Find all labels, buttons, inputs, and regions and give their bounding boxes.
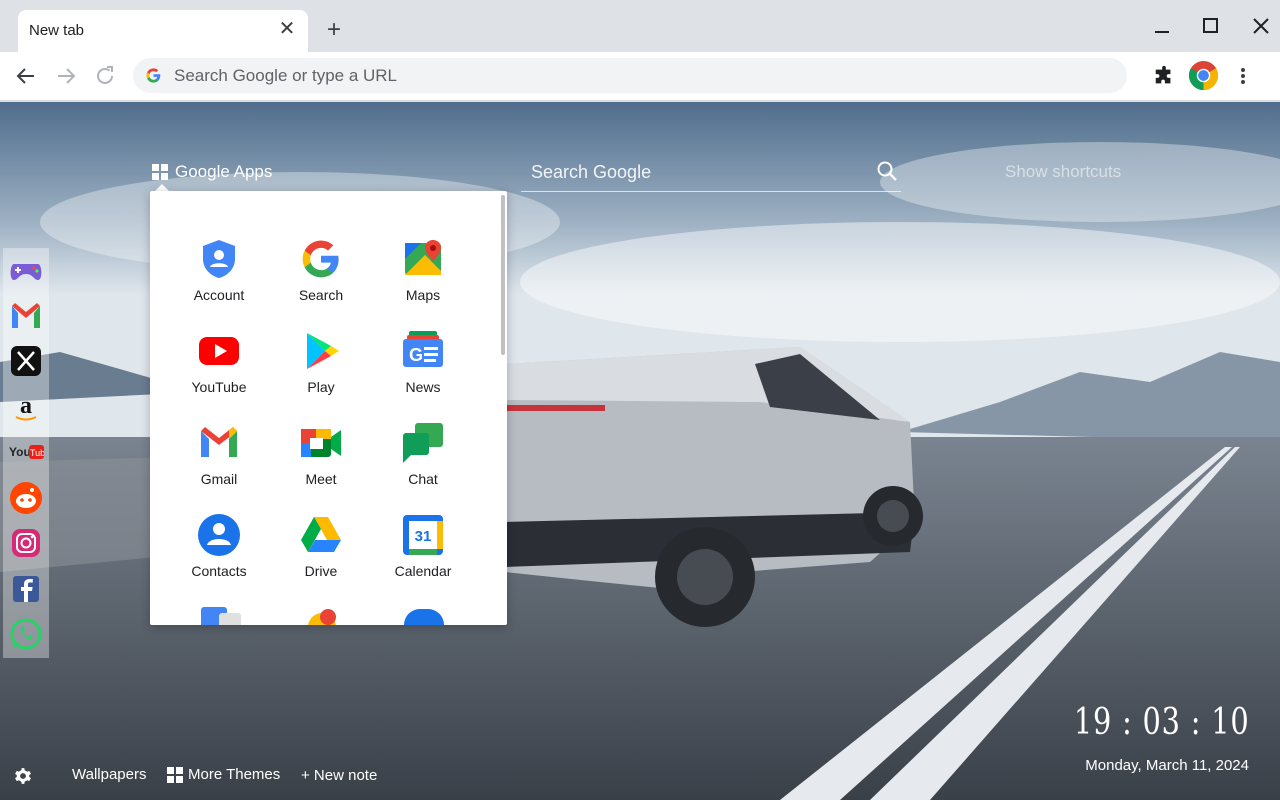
- app-drive[interactable]: Drive: [270, 513, 372, 603]
- menu-kebab-icon[interactable]: [1234, 64, 1252, 88]
- new-tab-button[interactable]: +: [322, 18, 346, 43]
- svg-text:a: a: [20, 393, 32, 419]
- duo-icon: [404, 609, 444, 625]
- date-text: Monday, March 11, 2024: [1085, 757, 1249, 774]
- browser-toolbar: Search Google or type a URL: [0, 52, 1280, 101]
- app-youtube[interactable]: YouTube: [168, 329, 270, 419]
- app-label: Gmail: [200, 471, 238, 487]
- games-icon[interactable]: [8, 252, 44, 288]
- app-meet[interactable]: Meet: [270, 421, 372, 511]
- minimize-icon[interactable]: [1150, 14, 1174, 38]
- app-search[interactable]: Search: [270, 237, 372, 327]
- instagram-icon[interactable]: [8, 525, 44, 561]
- app-label: Drive: [304, 563, 338, 579]
- app-calendar[interactable]: 31 Calendar: [372, 513, 474, 603]
- app-label: Meet: [305, 471, 337, 487]
- app-label: Chat: [408, 471, 438, 487]
- app-gmail[interactable]: Gmail: [168, 421, 270, 511]
- google-search-box[interactable]: Search Google: [521, 154, 901, 192]
- news-icon: G: [403, 331, 443, 367]
- clock: 19 : 03 : 10: [1073, 702, 1249, 743]
- new-note-button[interactable]: + New note: [301, 767, 377, 784]
- meet-icon: [301, 429, 341, 457]
- apps-grid-icon: [152, 164, 168, 180]
- wallpapers-link[interactable]: Wallpapers: [72, 766, 146, 783]
- more-themes-label: More Themes: [188, 766, 281, 783]
- app-label: Play: [307, 379, 335, 395]
- settings-gear-icon[interactable]: [13, 766, 33, 786]
- tab-title: New tab: [29, 22, 85, 39]
- app-label: YouTube: [191, 379, 247, 395]
- google-search-icon: [302, 240, 339, 278]
- forward-icon[interactable]: [54, 64, 78, 88]
- gmail-icon: [201, 427, 237, 457]
- title-bar: New tab ✕ +: [0, 0, 1280, 52]
- google-apps-label: Google Apps: [175, 162, 273, 181]
- apps-panel-scrollbar[interactable]: [501, 195, 505, 355]
- translate-icon: [201, 607, 241, 625]
- contacts-icon: [198, 514, 240, 556]
- omnibox[interactable]: Search Google or type a URL: [133, 58, 1127, 93]
- whatsapp-icon[interactable]: [8, 616, 44, 652]
- youtube-icon: [199, 337, 239, 365]
- search-placeholder: Search Google: [531, 162, 652, 182]
- new-tab-page: Google Apps Search Google Show shortcuts…: [0, 102, 1280, 800]
- show-shortcuts-link[interactable]: Show shortcuts: [1005, 162, 1121, 182]
- app-play[interactable]: Play: [270, 329, 372, 419]
- themes-grid-icon: [167, 766, 183, 783]
- social-sidebar: a YouTube: [3, 248, 49, 658]
- app-label: Calendar: [394, 563, 452, 579]
- extensions-icon[interactable]: [1153, 65, 1175, 87]
- google-g-icon: [146, 68, 161, 83]
- app-account[interactable]: Account: [168, 237, 270, 327]
- calendar-day: 31: [415, 528, 432, 545]
- reddit-icon[interactable]: [8, 480, 44, 516]
- more-themes-link[interactable]: More Themes: [167, 766, 280, 783]
- omnibox-placeholder: Search Google or type a URL: [174, 66, 398, 85]
- back-icon[interactable]: [14, 64, 38, 88]
- close-window-icon[interactable]: [1249, 14, 1273, 38]
- facebook-icon[interactable]: [8, 571, 44, 607]
- tab-close-icon[interactable]: ✕: [276, 18, 298, 40]
- account-icon: [203, 240, 235, 278]
- gmail-icon[interactable]: [8, 298, 44, 334]
- app-label: Contacts: [191, 563, 247, 579]
- drive-icon: [301, 517, 341, 552]
- app-chat[interactable]: Chat: [372, 421, 474, 511]
- app-contacts[interactable]: Contacts: [168, 513, 270, 603]
- search-icon[interactable]: [875, 159, 899, 183]
- reload-icon[interactable]: [93, 64, 117, 88]
- svg-text:You: You: [9, 445, 31, 459]
- svg-text:G: G: [409, 345, 423, 365]
- maximize-icon[interactable]: [1199, 14, 1223, 38]
- calendar-icon: 31: [403, 515, 443, 555]
- popup-caret: [155, 184, 169, 191]
- google-apps-button[interactable]: Google Apps: [152, 162, 272, 182]
- chrome-profile-icon[interactable]: [1188, 60, 1219, 91]
- svg-text:Tube: Tube: [30, 448, 44, 458]
- app-label: Search: [298, 287, 344, 303]
- chat-icon: [403, 423, 443, 463]
- youtube-icon[interactable]: YouTube: [8, 434, 44, 470]
- x-icon[interactable]: [8, 343, 44, 379]
- app-label: News: [405, 379, 441, 395]
- app-news[interactable]: G News: [372, 329, 474, 419]
- app-maps[interactable]: Maps: [372, 237, 474, 327]
- app-label: Account: [193, 287, 245, 303]
- play-icon: [307, 333, 339, 369]
- app-label: Maps: [405, 287, 441, 303]
- amazon-icon[interactable]: a: [8, 389, 44, 425]
- photos-icon: [308, 609, 336, 625]
- maps-icon: [405, 240, 441, 275]
- google-apps-panel: Account Search Maps YouTube Play G News …: [150, 191, 507, 625]
- tab-new-tab[interactable]: New tab ✕: [18, 10, 308, 52]
